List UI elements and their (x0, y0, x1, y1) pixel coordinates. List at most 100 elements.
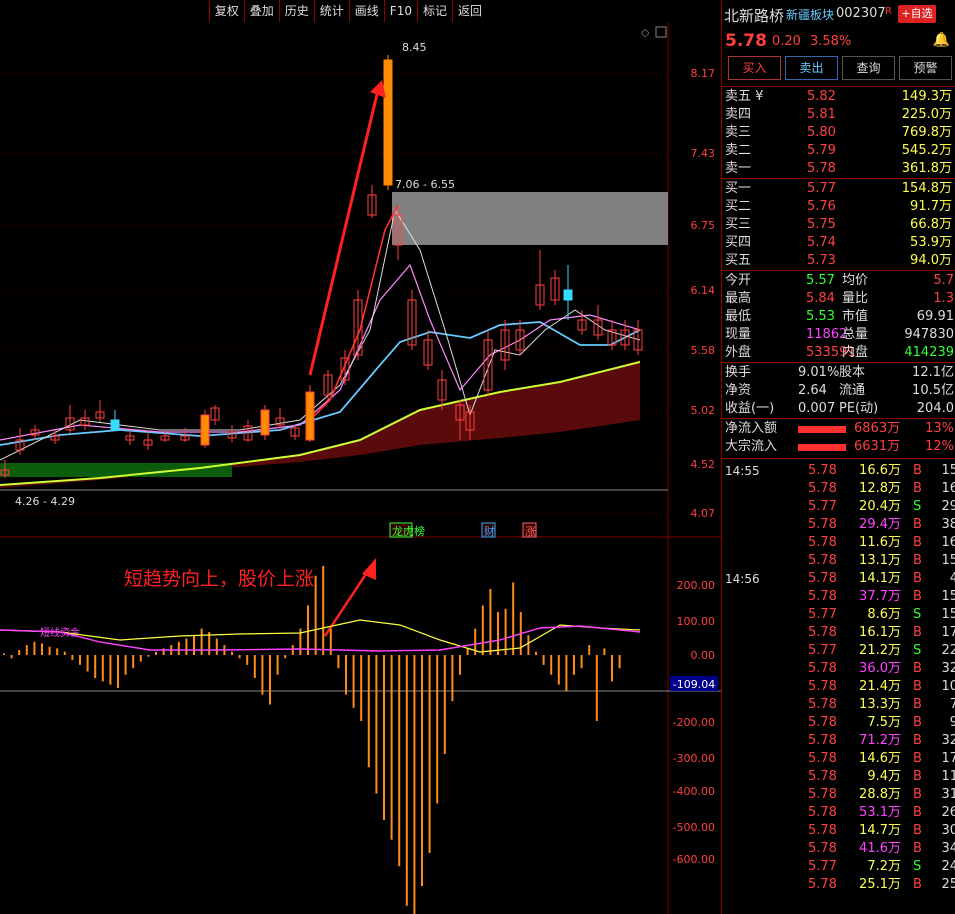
last-price: 5.78 (725, 31, 767, 51)
bid-row[interactable]: 买五 5.73 94.0万 (722, 252, 955, 270)
sell-button[interactable]: 卖出 (785, 56, 838, 80)
ask-row[interactable]: 卖二 5.79 545.2万 (722, 142, 955, 160)
tick-count: 15 (941, 463, 955, 478)
stat-label: 最低 (725, 309, 752, 324)
bid-row[interactable]: 买一 5.77 154.8万 (722, 180, 955, 198)
bid-label: 买三 (725, 217, 752, 232)
toolbar-back-button[interactable]: 返回 (451, 0, 487, 22)
query-button[interactable]: 查询 (842, 56, 895, 80)
buy-button[interactable]: 买入 (728, 56, 781, 80)
tick-row: 5.78 13.3万 B 7 (722, 696, 955, 714)
bid-label: 买二 (725, 199, 752, 214)
tick-count: 17 (941, 751, 955, 766)
candle-body (110, 419, 120, 431)
tick-side: B (913, 787, 922, 802)
tick-side: B (913, 877, 922, 892)
tick-side: B (913, 751, 922, 766)
bid-volume: 53.9万 (910, 235, 952, 250)
bid-row[interactable]: 买四 5.74 53.9万 (722, 234, 955, 252)
stat-value: 5.84 (806, 291, 835, 306)
tick-price: 5.78 (808, 589, 837, 604)
tick-row: 5.78 28.8万 B 31 (722, 786, 955, 804)
tick-time: 14:55 (725, 464, 760, 478)
tick-price: 5.78 (808, 769, 837, 784)
flow-value: 6863万 (854, 421, 901, 436)
kline-chart-svg[interactable]: 8.17 7.43 6.75 6.14 5.58 5.02 4.52 4.07 8.45 7.06… (0, 0, 721, 914)
ask-price: 5.82 (807, 89, 836, 104)
tick-side: B (913, 553, 922, 568)
tick-volume: 14.6万 (859, 751, 901, 766)
tick-row: 5.78 7.5万 B 9 (722, 714, 955, 732)
ask-row[interactable]: 卖一 5.78 361.8万 (722, 160, 955, 178)
tick-count: 29 (941, 499, 955, 514)
ask-label: 卖四 (725, 107, 752, 122)
flow-pct: 13% (925, 421, 954, 436)
ask-price: 5.79 (807, 143, 836, 158)
sector-link[interactable]: 新疆板块 (786, 6, 834, 23)
tick-volume: 7.5万 (867, 715, 901, 730)
stat-value: 1.3 (933, 291, 954, 306)
ask-row[interactable]: 卖四 5.81 225.0万 (722, 106, 955, 124)
tick-row: 14:55 5.78 16.6万 B 15 (722, 462, 955, 480)
alert-button[interactable]: 预警 (899, 56, 952, 80)
ask-price: 5.78 (807, 161, 836, 176)
tick-side: S (913, 499, 922, 514)
ask-volume: 361.8万 (901, 161, 952, 176)
tick-row: 5.77 7.2万 S 24 (722, 858, 955, 876)
bell-icon[interactable]: 🔔 (933, 32, 950, 48)
flow-bar (798, 426, 846, 433)
event-label: 财 (484, 524, 495, 538)
tick-volume: 20.4万 (859, 499, 901, 514)
ask-book: 卖五 ¥ 5.82 149.3万 卖四 5.81 225.0万 卖三 5.80 769.8万 卖二… (722, 87, 955, 178)
add-favorite-button[interactable]: +自选 (898, 5, 936, 23)
tick-volume: 16.6万 (859, 463, 901, 478)
tick-volume: 25.1万 (859, 877, 901, 892)
tick-price: 5.77 (808, 499, 837, 514)
tick-price: 5.77 (808, 859, 837, 874)
tick-side: B (913, 481, 922, 496)
kline-chart-area[interactable]: 8.17 7.43 6.75 6.14 5.58 5.02 4.52 4.07 8.45 7.06… (0, 0, 721, 914)
toolbar-fuquan-button[interactable]: 复权 (208, 0, 244, 22)
tick-price: 5.77 (808, 643, 837, 658)
candle-body (200, 414, 210, 446)
chart-annotation: 短趋势向上，股价上涨 (124, 568, 314, 590)
price-axis-label: 8.17 (691, 67, 716, 80)
toolbar-stats-button[interactable]: 统计 (313, 0, 349, 22)
bid-row[interactable]: 买三 5.75 66.8万 (722, 216, 955, 234)
tick-side: B (913, 661, 922, 676)
tick-row: 5.78 36.0万 B 32 (722, 660, 955, 678)
toolbar-f10-button[interactable]: F10 (383, 0, 417, 22)
ask-volume: 769.8万 (901, 125, 952, 140)
stat-label: 内盘 (842, 345, 869, 360)
tick-side: B (913, 571, 922, 586)
fundamental-label: 流通 (839, 383, 866, 398)
tick-row: 5.78 16.1万 B 17 (722, 624, 955, 642)
stat-value: 5.7 (933, 273, 954, 288)
tick-side: S (913, 643, 922, 658)
bid-row[interactable]: 买二 5.76 91.7万 (722, 198, 955, 216)
tick-count: 9 (950, 714, 955, 732)
bid-label: 买五 (725, 253, 752, 268)
toolbar-draw-button[interactable]: 画线 (348, 0, 384, 22)
ask-row[interactable]: 卖五 ¥ 5.82 149.3万 (722, 88, 955, 106)
fundamental-row: 换手 9.01% 股本 12.1亿 (722, 364, 955, 382)
fundamental-value: 0.007 (798, 401, 836, 416)
trend-arrow (308, 89, 380, 376)
stat-row: 今开 5.57 均价 5.7 (722, 272, 955, 290)
indicator-axis-label: -200.00 (673, 716, 715, 729)
toolbar-history-button[interactable]: 历史 (278, 0, 314, 22)
fundamental-value: 2.64 (798, 383, 827, 398)
toolbar-overlay-button[interactable]: 叠加 (243, 0, 279, 22)
bid-price: 5.74 (807, 235, 836, 250)
tick-volume: 21.2万 (859, 643, 901, 658)
ask-row[interactable]: 卖三 5.80 769.8万 (722, 124, 955, 142)
price-axis-label: 7.43 (691, 147, 716, 160)
toolbar-mark-button[interactable]: 标记 (416, 0, 452, 22)
tick-side: B (913, 805, 922, 820)
stat-label: 现量 (725, 327, 752, 342)
price-row: 5.78 0.20 3.58% 🔔 (722, 28, 955, 54)
tick-row: 5.78 12.8万 B 16 (722, 480, 955, 498)
fundamentals-table: 换手 9.01% 股本 12.1亿 净资 2.64 流通 10.5亿 收益(一) 0.007 PE(… (722, 363, 955, 418)
tick-list[interactable]: 14:555.7816.6万B155.7812.8万B165.7720.4万S2… (722, 459, 955, 894)
bid-price: 5.73 (807, 253, 836, 268)
